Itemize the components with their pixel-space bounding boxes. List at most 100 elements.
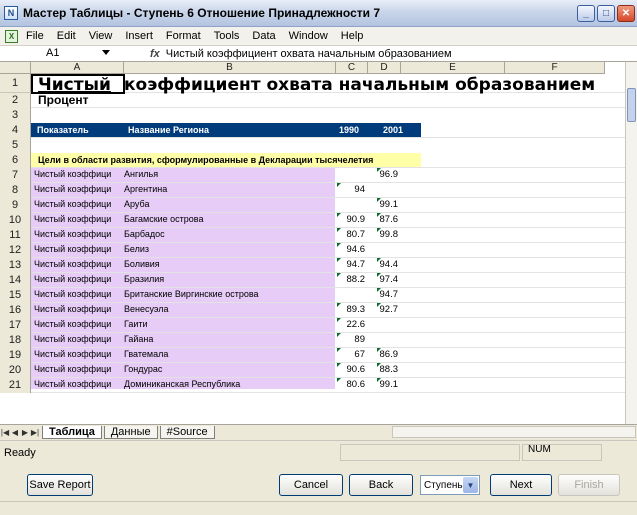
- close-button[interactable]: ✕: [617, 5, 635, 22]
- region-cell[interactable]: Доминиканская Республика: [124, 379, 240, 389]
- value-2001[interactable]: 94.4: [368, 259, 399, 270]
- minimize-button[interactable]: _: [577, 5, 595, 22]
- vertical-scrollbar[interactable]: [625, 62, 637, 424]
- value-2001[interactable]: 92.7: [368, 304, 399, 315]
- tab-source[interactable]: #Source: [159, 425, 215, 439]
- region-cell[interactable]: Гаити: [124, 319, 148, 329]
- indicator-cell[interactable]: Чистый коэффици: [34, 169, 111, 179]
- row-header[interactable]: 12: [0, 243, 31, 258]
- first-sheet-icon[interactable]: |◀: [0, 428, 10, 437]
- menu-tools[interactable]: Tools: [214, 30, 240, 42]
- row-header[interactable]: 15: [0, 288, 31, 303]
- chevron-down-icon[interactable]: ▼: [463, 477, 478, 493]
- menu-window[interactable]: Window: [289, 30, 328, 42]
- menu-help[interactable]: Help: [341, 30, 364, 42]
- value-1990[interactable]: 90.9: [335, 214, 366, 225]
- row-header[interactable]: 16: [0, 303, 31, 318]
- value-2001[interactable]: 86.9: [368, 349, 399, 360]
- row-header[interactable]: 8: [0, 183, 31, 198]
- menu-data[interactable]: Data: [252, 30, 275, 42]
- region-cell[interactable]: Аргентина: [124, 184, 167, 194]
- column-header-f[interactable]: F: [505, 62, 605, 74]
- column-header-e[interactable]: E: [401, 62, 505, 74]
- region-cell[interactable]: Белиз: [124, 244, 149, 254]
- menu-format[interactable]: Format: [166, 30, 201, 42]
- region-cell[interactable]: Гондурас: [124, 364, 162, 374]
- indicator-cell[interactable]: Чистый коэффици: [34, 349, 111, 359]
- value-1990[interactable]: 94.6: [335, 244, 366, 255]
- menu-edit[interactable]: Edit: [57, 30, 76, 42]
- indicator-cell[interactable]: Чистый коэффици: [34, 379, 111, 389]
- row-header[interactable]: 14: [0, 273, 31, 288]
- indicator-cell[interactable]: Чистый коэффици: [34, 304, 111, 314]
- value-2001[interactable]: 87.6: [368, 214, 399, 225]
- chevron-down-icon[interactable]: [102, 50, 110, 55]
- value-2001[interactable]: 99.8: [368, 229, 399, 240]
- save-report-button[interactable]: Save Report: [27, 474, 93, 496]
- row-header[interactable]: 5: [0, 138, 31, 153]
- value-2001[interactable]: 88.3: [368, 364, 399, 375]
- value-2001[interactable]: 97.4: [368, 274, 399, 285]
- value-1990[interactable]: 89.3: [335, 304, 366, 315]
- workbook-icon[interactable]: X: [5, 29, 18, 43]
- value-2001[interactable]: 96.9: [368, 169, 399, 180]
- column-header-a[interactable]: A: [31, 62, 124, 74]
- spreadsheet-grid[interactable]: A B C D E F 1 Чистый коэффициент охвата на…: [0, 62, 637, 424]
- region-cell[interactable]: Венесуэла: [124, 304, 169, 314]
- value-1990[interactable]: 89: [335, 334, 365, 345]
- indicator-cell[interactable]: Чистый коэффици: [34, 334, 111, 344]
- column-header-c[interactable]: C: [336, 62, 368, 74]
- row-header[interactable]: 17: [0, 318, 31, 333]
- row-header[interactable]: 3: [0, 108, 31, 123]
- row-header[interactable]: 9: [0, 198, 31, 213]
- menu-insert[interactable]: Insert: [125, 30, 153, 42]
- next-button[interactable]: Next: [490, 474, 552, 496]
- value-1990[interactable]: 67: [335, 349, 365, 360]
- value-1990[interactable]: 94: [335, 184, 365, 195]
- value-2001[interactable]: 94.7: [368, 289, 399, 300]
- region-cell[interactable]: Барбадос: [124, 229, 165, 239]
- cancel-button[interactable]: Cancel: [279, 474, 343, 496]
- row-header[interactable]: 20: [0, 363, 31, 378]
- tab-table[interactable]: Таблица: [42, 425, 102, 439]
- region-cell[interactable]: Британские Виргинские острова: [124, 289, 259, 299]
- formula-input[interactable]: Чистый коэффициент охвата начальным обра…: [166, 48, 452, 60]
- indicator-cell[interactable]: Чистый коэффици: [34, 274, 111, 284]
- indicator-cell[interactable]: Чистый коэффици: [34, 364, 111, 374]
- next-sheet-icon[interactable]: ▶: [20, 428, 30, 437]
- region-cell[interactable]: Бразилия: [124, 274, 164, 284]
- row-header[interactable]: 21: [0, 378, 31, 393]
- indicator-cell[interactable]: Чистый коэффици: [34, 184, 111, 194]
- value-1990[interactable]: 80.7: [335, 229, 366, 240]
- column-header-d[interactable]: D: [368, 62, 401, 74]
- indicator-cell[interactable]: Чистый коэффици: [34, 259, 111, 269]
- indicator-cell[interactable]: Чистый коэффици: [34, 244, 111, 254]
- row-header[interactable]: 4: [0, 123, 31, 138]
- indicator-cell[interactable]: Чистый коэффици: [34, 229, 111, 239]
- row-header[interactable]: 13: [0, 258, 31, 273]
- value-1990[interactable]: 94.7: [335, 259, 366, 270]
- prev-sheet-icon[interactable]: ◀: [10, 428, 20, 437]
- step-select[interactable]: Ступень 6 ▼: [420, 475, 480, 495]
- row-header[interactable]: 11: [0, 228, 31, 243]
- indicator-cell[interactable]: Чистый коэффици: [34, 199, 111, 209]
- value-1990[interactable]: 88.2: [335, 274, 366, 285]
- region-cell[interactable]: Гватемала: [124, 349, 168, 359]
- value-2001[interactable]: 99.1: [368, 199, 399, 210]
- function-icon[interactable]: fx: [150, 48, 160, 60]
- scrollbar-thumb[interactable]: [627, 88, 636, 122]
- region-cell[interactable]: Аруба: [124, 199, 149, 209]
- row-header[interactable]: 7: [0, 168, 31, 183]
- region-cell[interactable]: Гайана: [124, 334, 153, 344]
- region-cell[interactable]: Боливия: [124, 259, 160, 269]
- region-cell[interactable]: Багамские острова: [124, 214, 203, 224]
- indicator-cell[interactable]: Чистый коэффици: [34, 214, 111, 224]
- row-header[interactable]: 10: [0, 213, 31, 228]
- value-1990[interactable]: 22.6: [335, 319, 366, 330]
- value-2001[interactable]: 99.1: [368, 379, 399, 390]
- back-button[interactable]: Back: [349, 474, 413, 496]
- tab-data[interactable]: Данные: [103, 425, 158, 439]
- row-header[interactable]: 2: [0, 93, 31, 108]
- row-header[interactable]: 19: [0, 348, 31, 363]
- menu-file[interactable]: File: [26, 30, 44, 42]
